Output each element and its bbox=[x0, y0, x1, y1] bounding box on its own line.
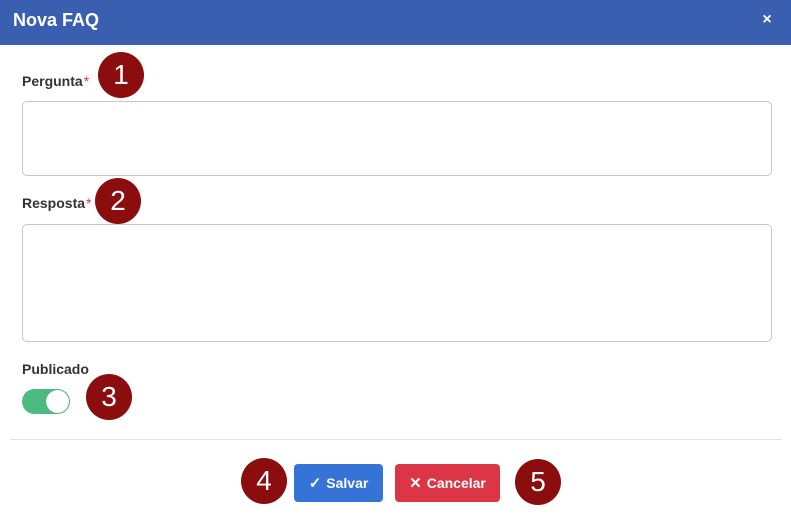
required-mark: * bbox=[86, 195, 92, 211]
cancel-button-label: Cancelar bbox=[426, 475, 486, 491]
answer-label: Resposta* bbox=[22, 195, 91, 211]
save-button[interactable]: ✓ Salvar bbox=[294, 464, 383, 502]
required-mark: * bbox=[83, 73, 90, 89]
dialog-title: Nova FAQ bbox=[13, 10, 100, 30]
close-icon[interactable]: × bbox=[757, 10, 777, 30]
answer-field[interactable] bbox=[22, 224, 772, 342]
annotation-badge: 4 bbox=[241, 458, 287, 504]
answer-label-text: Resposta bbox=[22, 195, 86, 211]
question-label: Pergunta* bbox=[22, 73, 89, 89]
annotation-badge: 3 bbox=[86, 374, 132, 420]
cancel-button[interactable]: ✕ Cancelar bbox=[395, 464, 500, 502]
x-icon: ✕ bbox=[409, 474, 422, 492]
annotation-badge: 1 bbox=[98, 52, 144, 98]
question-label-text: Pergunta bbox=[22, 73, 83, 89]
footer-divider bbox=[10, 439, 782, 440]
published-toggle[interactable] bbox=[22, 389, 70, 414]
question-field[interactable] bbox=[22, 101, 772, 176]
dialog-header: Nova FAQ × bbox=[0, 0, 791, 45]
published-label: Publicado bbox=[22, 361, 89, 377]
toggle-knob bbox=[46, 390, 69, 413]
check-icon: ✓ bbox=[308, 474, 322, 492]
annotation-badge: 2 bbox=[95, 178, 141, 224]
save-button-label: Salvar bbox=[326, 475, 369, 491]
annotation-badge: 5 bbox=[515, 459, 561, 505]
